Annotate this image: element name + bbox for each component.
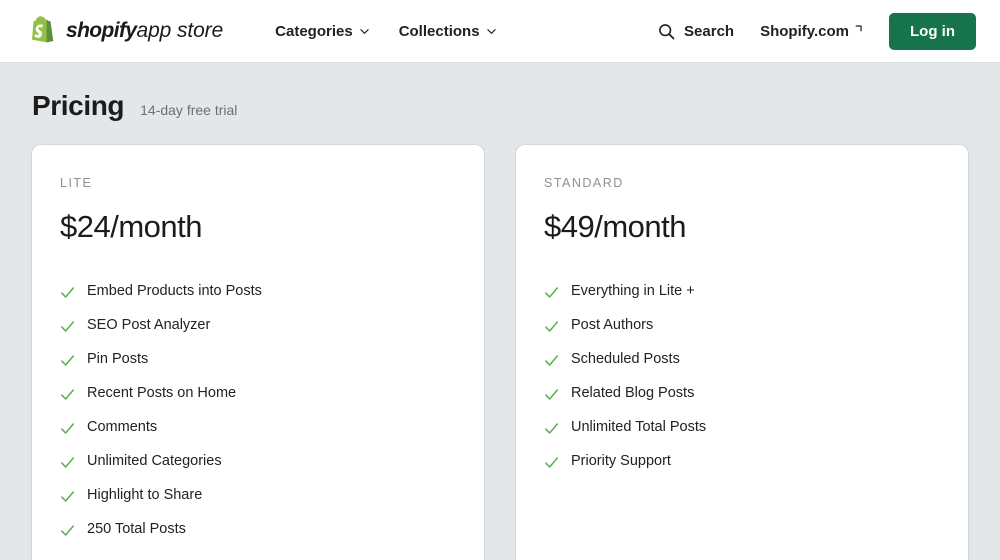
- check-icon: [545, 422, 559, 434]
- check-icon: [545, 320, 559, 332]
- check-icon: [61, 490, 75, 502]
- feature-item: Embed Products into Posts: [60, 275, 456, 309]
- check-icon: [61, 320, 75, 332]
- plan-name-standard: STANDARD: [544, 176, 624, 190]
- shopify-bag-logo-icon: [32, 15, 54, 42]
- feature-item: Comments: [60, 411, 456, 445]
- feature-item: Everything in Lite +: [544, 275, 940, 309]
- check-icon: [61, 286, 75, 298]
- plan-price-standard: $49/month: [544, 209, 687, 244]
- feature-label: Comments: [87, 419, 158, 436]
- brand-name: shopifyapp store: [66, 19, 223, 43]
- feature-label: Recent Posts on Home: [87, 385, 237, 402]
- check-icon: [545, 456, 559, 468]
- plan-features-lite: Embed Products into Posts SEO Post Analy…: [60, 275, 456, 547]
- feature-label: Highlight to Share: [87, 487, 203, 504]
- nav-item-categories[interactable]: Categories: [275, 23, 369, 40]
- feature-item: Unlimited Total Posts: [544, 411, 940, 445]
- feature-item: 250 Total Posts: [60, 513, 456, 547]
- free-trial-note: 14-day free trial: [140, 102, 238, 118]
- secondary-nav: Search Shopify.com Log in: [658, 12, 976, 50]
- feature-label: Related Blog Posts: [571, 385, 695, 402]
- feature-label: Pin Posts: [87, 351, 149, 368]
- chevron-down-icon: [486, 28, 496, 34]
- site-header: shopifyapp store Categories Collections …: [0, 0, 1000, 63]
- feature-item: Post Authors: [544, 309, 940, 343]
- check-icon: [61, 456, 75, 468]
- plan-name-lite: LITE: [60, 176, 93, 190]
- chevron-down-icon: [360, 28, 369, 34]
- nav-item-collections-label: Collections: [398, 22, 480, 40]
- check-icon: [545, 286, 559, 298]
- feature-item: Scheduled Posts: [544, 343, 940, 377]
- feature-item: Recent Posts on Home: [60, 377, 456, 411]
- feature-label: Post Authors: [571, 317, 654, 334]
- feature-label: Scheduled Posts: [571, 351, 680, 368]
- feature-label: 250 Total Posts: [87, 521, 186, 538]
- pricing-page: Pricing 14-day free trial LITE $24/month…: [0, 63, 1000, 560]
- brand-logo-link[interactable]: shopifyapp store: [30, 15, 223, 47]
- brand-name-light: app store: [136, 19, 224, 42]
- feature-item: Highlight to Share: [60, 479, 456, 513]
- search-icon: [659, 23, 675, 39]
- plan-price-lite: $24/month: [60, 209, 203, 244]
- check-icon: [61, 524, 75, 536]
- plan-card-lite: LITE $24/month Embed Products into Posts…: [32, 145, 484, 560]
- shopify-com-link[interactable]: Shopify.com: [760, 23, 863, 40]
- feature-label: Unlimited Total Posts: [571, 419, 707, 436]
- feature-item: Priority Support: [544, 445, 940, 479]
- login-button[interactable]: Log in: [889, 12, 976, 50]
- search-button[interactable]: Search: [658, 23, 734, 40]
- plan-card-standard: STANDARD $49/month Everything in Lite + …: [516, 145, 968, 560]
- check-icon: [61, 388, 75, 400]
- check-icon: [545, 354, 559, 366]
- check-icon: [61, 354, 75, 366]
- search-label: Search: [684, 22, 735, 40]
- check-icon: [545, 388, 559, 400]
- page-title: Pricing: [32, 90, 125, 121]
- brand-name-bold: shopify: [66, 19, 137, 42]
- feature-item: SEO Post Analyzer: [60, 309, 456, 343]
- check-icon: [61, 422, 75, 434]
- plans-container: LITE $24/month Embed Products into Posts…: [32, 145, 968, 560]
- pricing-header: Pricing 14-day free trial: [32, 63, 968, 145]
- feature-item: Unlimited Categories: [60, 445, 456, 479]
- nav-item-categories-label: Categories: [275, 22, 353, 40]
- primary-nav: Categories Collections: [275, 23, 496, 40]
- feature-label: Priority Support: [571, 453, 671, 470]
- feature-label: Embed Products into Posts: [87, 283, 262, 300]
- plan-features-standard: Everything in Lite + Post Authors Schedu…: [544, 275, 940, 479]
- feature-label: SEO Post Analyzer: [87, 317, 211, 334]
- feature-item: Pin Posts: [60, 343, 456, 377]
- shopify-com-label: Shopify.com: [760, 22, 849, 40]
- nav-item-collections[interactable]: Collections: [399, 23, 496, 40]
- external-arrow-icon: [855, 24, 862, 31]
- feature-label: Unlimited Categories: [87, 453, 222, 470]
- feature-label: Everything in Lite +: [571, 283, 695, 300]
- feature-item: Related Blog Posts: [544, 377, 940, 411]
